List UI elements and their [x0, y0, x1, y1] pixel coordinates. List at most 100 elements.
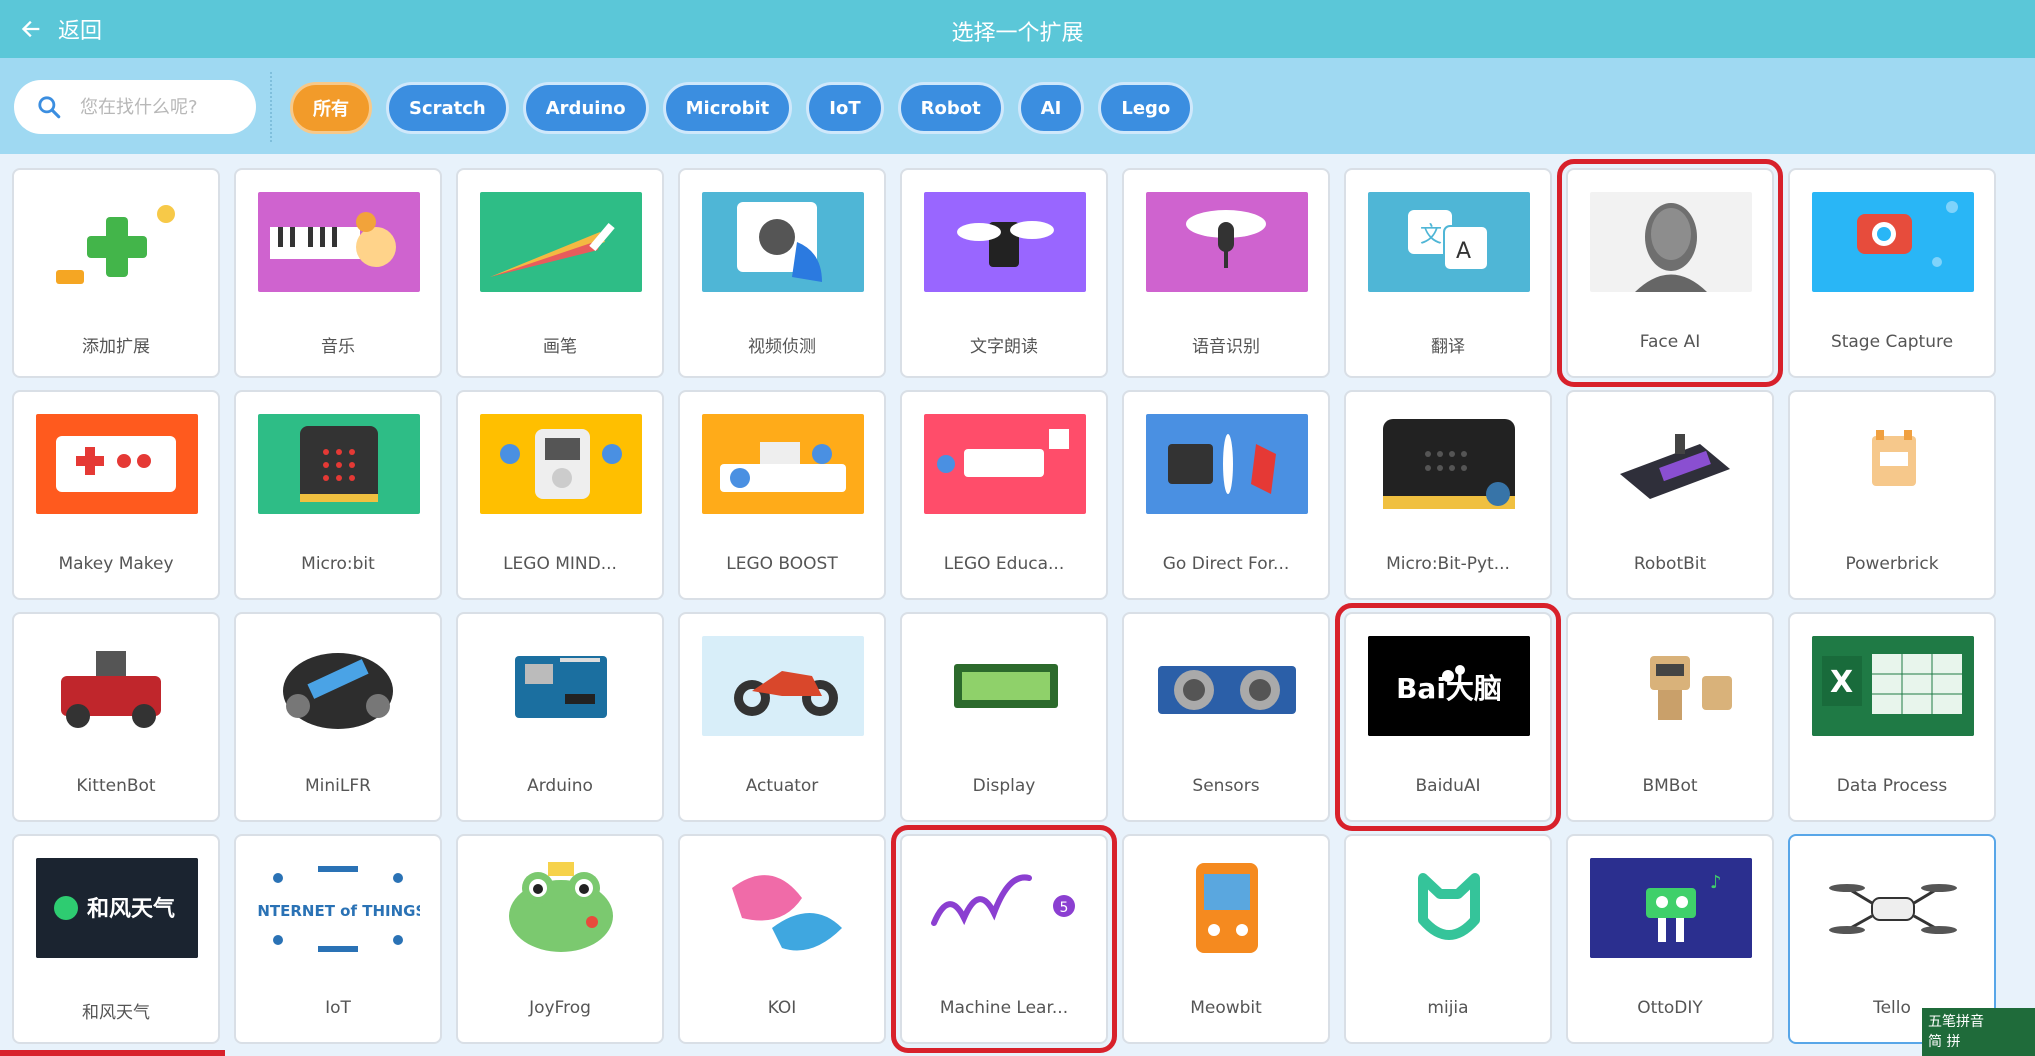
video-sensing-icon: [702, 192, 864, 292]
extension-label: 添加扩展: [82, 337, 150, 357]
extension-card[interactable]: ♪ OttoDIY: [1566, 834, 1774, 1044]
extension-card[interactable]: 画笔: [456, 168, 664, 378]
chip-iot[interactable]: IoT: [806, 82, 884, 134]
extension-label: OttoDIY: [1637, 998, 1703, 1018]
chip-microbit[interactable]: Microbit: [662, 82, 793, 134]
extension-card[interactable]: Meowbit: [1122, 834, 1330, 1044]
extension-label: RobotBit: [1633, 554, 1707, 574]
extension-card[interactable]: Makey Makey: [12, 390, 220, 600]
extension-card[interactable]: 音乐: [234, 168, 442, 378]
chip-lego[interactable]: Lego: [1098, 82, 1194, 134]
extension-label: BaiduAI: [1415, 776, 1481, 796]
chip-ai[interactable]: AI: [1017, 82, 1085, 134]
extension-label: Actuator: [745, 776, 819, 796]
ime-sub-label: 简 拼: [1928, 1034, 1961, 1050]
minilfr-icon: [258, 636, 420, 736]
extension-card[interactable]: KOI: [678, 834, 886, 1044]
extension-label: LEGO BOOST: [726, 554, 838, 574]
extension-card[interactable]: KittenBot: [12, 612, 220, 822]
weather-icon: 和风天气: [36, 858, 198, 958]
extension-card[interactable]: BMBot: [1566, 612, 1774, 822]
microbit-python-icon: [1368, 414, 1530, 514]
extension-card[interactable]: Arduino: [456, 612, 664, 822]
svg-text:X: X: [1830, 665, 1853, 700]
ime-toolbar[interactable]: 五笔拼音 简 拼: [1922, 1008, 2035, 1056]
camera-icon: [1812, 192, 1974, 292]
extension-label: BMBot: [1642, 776, 1698, 796]
extension-card[interactable]: INTERNET of THINGS IoT: [234, 834, 442, 1044]
search-input[interactable]: [80, 96, 240, 118]
extension-card[interactable]: JoyFrog: [456, 834, 664, 1044]
bmbot-icon: [1590, 636, 1752, 736]
extension-card[interactable]: Micro:Bit-Pyt...: [1344, 390, 1552, 600]
svg-text:A: A: [1456, 239, 1471, 264]
extension-card[interactable]: X Data Process: [1788, 612, 1996, 822]
add-extension-icon: [36, 192, 198, 292]
extension-label: IoT: [325, 998, 351, 1018]
extension-card[interactable]: Sensors: [1122, 612, 1330, 822]
svg-text:文: 文: [1420, 223, 1442, 248]
extension-card[interactable]: 和风天气 和风天气: [12, 834, 220, 1044]
extension-label: Arduino: [527, 776, 593, 796]
extension-card[interactable]: Bai大脑 BaiduAI: [1335, 603, 1561, 831]
extension-label: mijia: [1427, 998, 1469, 1018]
extension-card[interactable]: 视频侦测: [678, 168, 886, 378]
frog-icon: [480, 858, 642, 958]
logo-text: 和风天气: [87, 896, 175, 922]
internet-of-things-icon: INTERNET of THINGS: [258, 858, 420, 958]
extension-label: 和风天气: [82, 1003, 150, 1023]
powerbrick-icon: [1812, 414, 1974, 514]
baidu-ai-icon: Bai大脑: [1368, 636, 1530, 736]
search-box[interactable]: [14, 80, 256, 134]
logo-text: 5: [1060, 900, 1069, 916]
extension-label: KittenBot: [76, 776, 156, 796]
extension-card[interactable]: RobotBit: [1566, 390, 1774, 600]
extension-card[interactable]: LEGO BOOST: [678, 390, 886, 600]
extension-label: Stage Capture: [1830, 332, 1954, 352]
chip-robot[interactable]: Robot: [897, 82, 1004, 134]
makey-makey-icon: [36, 414, 198, 514]
extension-label: Powerbrick: [1845, 554, 1939, 574]
extension-card[interactable]: LEGO Educa...: [900, 390, 1108, 600]
chip-all[interactable]: 所有: [290, 82, 372, 134]
page-title: 选择一个扩展: [951, 21, 1084, 46]
chip-arduino[interactable]: Arduino: [522, 82, 649, 134]
extension-label: Micro:Bit-Pyt...: [1386, 554, 1510, 574]
extension-card[interactable]: 语音识别: [1122, 168, 1330, 378]
robotbit-icon: [1590, 414, 1752, 514]
extension-card[interactable]: MiniLFR: [234, 612, 442, 822]
force-sensor-icon: [1146, 414, 1308, 514]
translate-icon: 文A: [1368, 192, 1530, 292]
extension-card[interactable]: 文 A 翻译: [1344, 168, 1552, 378]
extension-label: 音乐: [321, 337, 355, 357]
kittenbot-icon: [36, 636, 198, 736]
svg-text:♪: ♪: [1710, 872, 1722, 893]
extension-label: Sensors: [1192, 776, 1260, 796]
ultrasonic-sensor-icon: [1146, 636, 1308, 736]
extension-card[interactable]: Actuator: [678, 612, 886, 822]
extension-label: Data Process: [1836, 776, 1948, 796]
extension-label: 文字朗读: [970, 337, 1038, 357]
logo-text: Bai大脑: [1396, 672, 1502, 705]
extension-card[interactable]: Display: [900, 612, 1108, 822]
extension-card[interactable]: Stage Capture: [1788, 168, 1996, 378]
extension-card[interactable]: 5 Machine Lear...: [891, 825, 1117, 1053]
extension-label: KOI: [767, 998, 797, 1018]
extension-card[interactable]: LEGO MIND...: [456, 390, 664, 600]
extension-card[interactable]: Powerbrick: [1788, 390, 1996, 600]
microbit-icon: [258, 414, 420, 514]
extension-card[interactable]: Face AI: [1557, 159, 1783, 387]
ml5-icon: 5: [924, 858, 1086, 958]
extension-label: Makey Makey: [58, 554, 174, 574]
extension-card[interactable]: 添加扩展: [12, 168, 220, 378]
extension-label: Face AI: [1639, 332, 1701, 352]
extension-card[interactable]: Go Direct For...: [1122, 390, 1330, 600]
speech-recognition-icon: [1146, 192, 1308, 292]
motorcycle-icon: [702, 636, 864, 736]
extension-label: MiniLFR: [305, 776, 371, 796]
chip-scratch[interactable]: Scratch: [386, 82, 509, 134]
extension-card[interactable]: mijia: [1344, 834, 1552, 1044]
filter-bar: 所有 Scratch Arduino Microbit IoT Robot AI…: [0, 58, 2035, 154]
extension-card[interactable]: Micro:bit: [234, 390, 442, 600]
extension-card[interactable]: 文字朗读: [900, 168, 1108, 378]
